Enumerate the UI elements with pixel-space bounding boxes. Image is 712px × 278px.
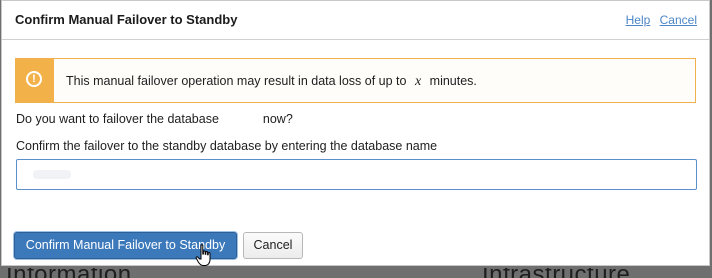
dialog-header: Confirm Manual Failover to Standby Help … <box>2 1 709 40</box>
warning-text-before: This manual failover operation may resul… <box>66 74 407 88</box>
question-text-after: now? <box>262 112 293 126</box>
warning-circle-icon: ! <box>26 71 42 87</box>
warning-message: ! This manual failover operation may res… <box>15 58 696 103</box>
warning-text-after: minutes. <box>429 74 477 88</box>
confirm-label: Confirm the failover to the standby data… <box>16 139 438 153</box>
help-link[interactable]: Help <box>626 13 651 27</box>
failover-dialog: Confirm Manual Failover to Standby Help … <box>1 0 710 266</box>
background-page-text: Information Infrastructure <box>0 268 712 278</box>
failover-question: Do you want to failover the database now? <box>16 112 293 126</box>
dialog-title: Confirm Manual Failover to Standby <box>15 12 238 27</box>
warning-stripe: ! <box>16 59 54 102</box>
input-redacted-value <box>33 170 71 179</box>
database-name-input[interactable] <box>16 159 697 190</box>
warning-text: This manual failover operation may resul… <box>66 74 477 90</box>
cancel-link[interactable]: Cancel <box>660 13 697 27</box>
warning-variable: x <box>414 74 422 89</box>
hand-cursor-icon <box>195 244 211 266</box>
question-text-before: Do you want to failover the database <box>16 112 219 126</box>
cancel-button[interactable]: Cancel <box>243 232 303 259</box>
header-links: Help Cancel <box>620 13 697 27</box>
